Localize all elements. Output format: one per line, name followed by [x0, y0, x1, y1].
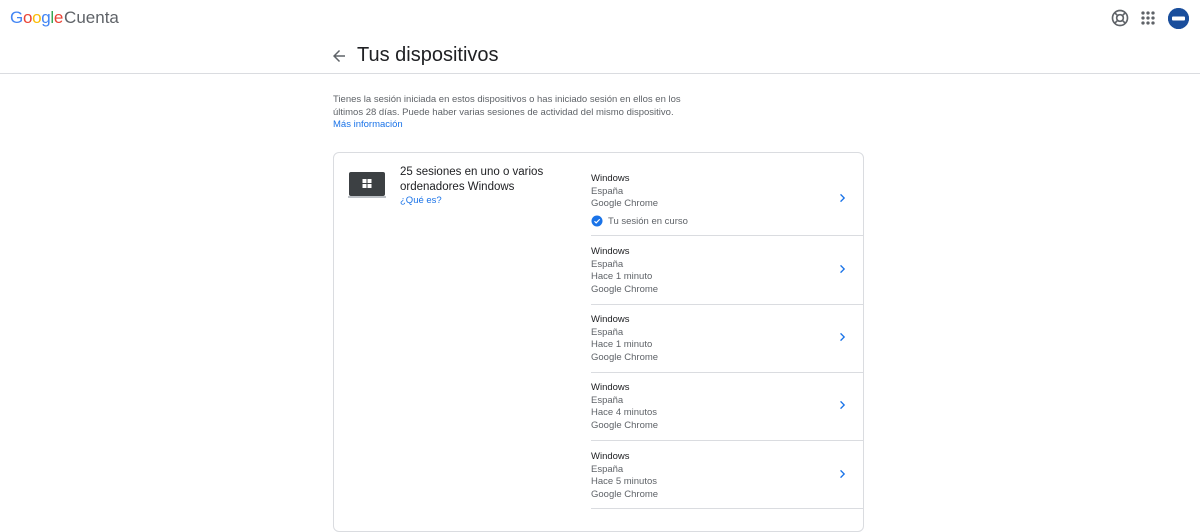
google-account-logo[interactable]: Google Cuenta — [10, 8, 119, 30]
session-item[interactable]: Windows España Hace 5 minutos Google Chr… — [591, 451, 864, 509]
session-time: Hace 4 minutos — [591, 407, 658, 419]
session-browser: Google Chrome — [591, 284, 659, 296]
page-title: Tus dispositivos — [357, 44, 499, 66]
session-os: Windows — [591, 451, 630, 462]
session-browser: Google Chrome — [591, 420, 659, 432]
session-item[interactable]: Windows España Hace 1 minuto Google Chro… — [591, 246, 864, 305]
current-session-label: Tu sesión en curso — [608, 215, 688, 227]
session-browser: Google Chrome — [591, 198, 659, 210]
session-item[interactable]: Windows España Hace 4 minutos Google Chr… — [591, 382, 864, 441]
apps-grid-icon[interactable] — [1138, 8, 1158, 28]
intro-text: Tienes la sesión iniciada en estos dispo… — [333, 94, 683, 132]
session-browser: Google Chrome — [591, 352, 659, 364]
session-location: España — [591, 394, 624, 406]
top-bar: Google Cuenta — [0, 0, 1200, 74]
session-time: Hace 1 minuto — [591, 271, 653, 283]
session-os: Windows — [591, 382, 630, 393]
current-session-indicator: Tu sesión en curso — [591, 215, 864, 227]
help-icon[interactable] — [1110, 8, 1130, 28]
session-location: España — [591, 258, 624, 270]
what-is-link[interactable]: ¿Qué es? — [400, 195, 442, 206]
google-logo: Google — [10, 8, 64, 27]
session-browser: Google Chrome — [591, 489, 659, 501]
account-avatar[interactable] — [1168, 8, 1189, 29]
product-name: Cuenta — [64, 8, 119, 27]
chevron-right-icon — [836, 398, 850, 412]
session-location: España — [591, 185, 624, 197]
session-os: Windows — [591, 173, 630, 184]
intro-description: Tienes la sesión iniciada en estos dispo… — [333, 94, 681, 118]
session-os: Windows — [591, 314, 630, 325]
session-item[interactable]: Windows España Google Chrome Tu sesión e… — [591, 173, 864, 236]
chevron-right-icon — [836, 330, 850, 344]
device-group-title: 25 sesiones en uno o varios ordenadores … — [400, 166, 544, 193]
more-info-link[interactable]: Más información — [333, 119, 403, 130]
chevron-right-icon — [836, 467, 850, 481]
back-arrow-icon[interactable] — [330, 47, 348, 65]
session-item[interactable]: Windows España Hace 1 minuto Google Chro… — [591, 314, 864, 373]
session-time: Hace 5 minutos — [591, 476, 658, 488]
chevron-right-icon — [836, 262, 850, 276]
check-circle-icon — [591, 215, 603, 227]
session-location: España — [591, 463, 624, 475]
session-location: España — [591, 326, 624, 338]
session-time: Hace 1 minuto — [591, 339, 653, 351]
windows-laptop-icon — [348, 171, 386, 199]
chevron-right-icon — [836, 191, 850, 205]
session-os: Windows — [591, 246, 630, 257]
